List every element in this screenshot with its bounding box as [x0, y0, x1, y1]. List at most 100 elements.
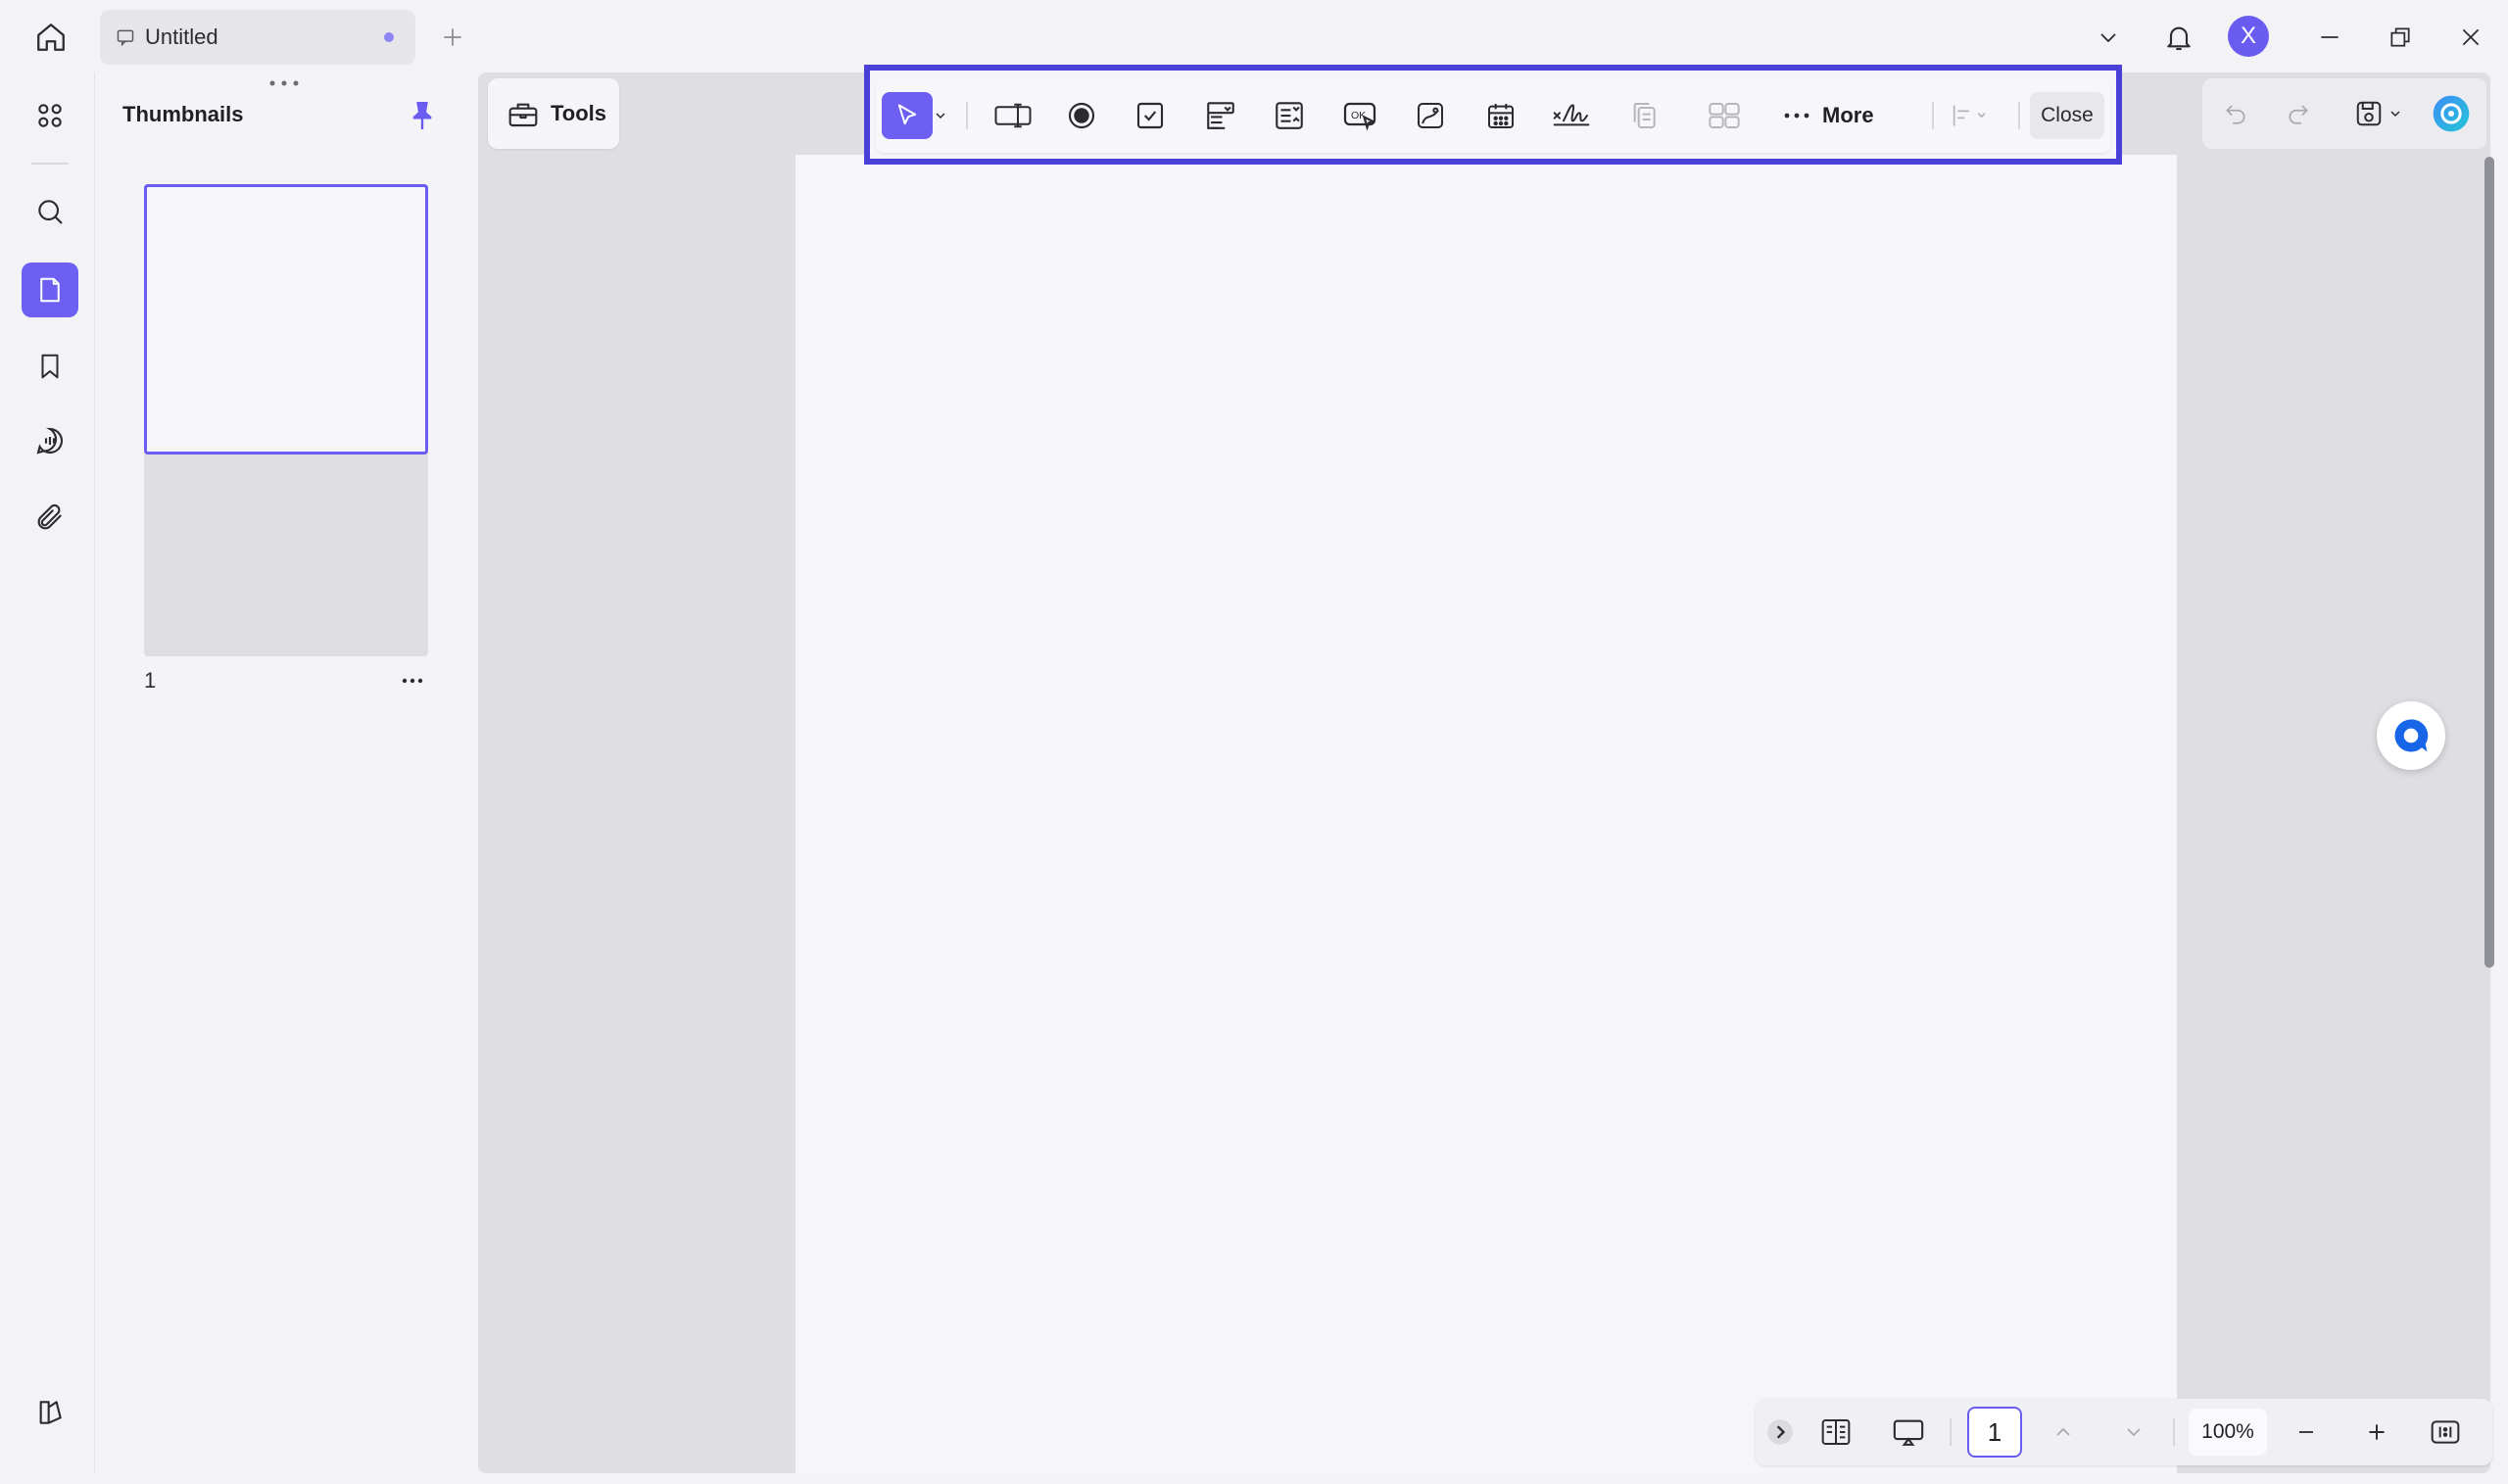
more-tools-button[interactable]: More	[1783, 92, 1874, 139]
tools-button[interactable]: Tools	[488, 78, 619, 149]
arrange-fields-tool-button[interactable]	[1699, 92, 1750, 139]
image-field-tool-button[interactable]	[1405, 92, 1456, 139]
zoom-out-button[interactable]	[2285, 1411, 2328, 1454]
signature-field-tool-button[interactable]	[1546, 92, 1597, 139]
search-icon	[38, 200, 63, 224]
rail-attachments-button[interactable]	[22, 490, 78, 545]
collapse-navbar-button[interactable]	[1765, 1411, 1795, 1454]
page-icon	[40, 277, 60, 303]
combo-box-tool-button[interactable]	[1195, 92, 1246, 139]
duplicate-field-tool-button[interactable]	[1618, 92, 1669, 139]
rail-thumbnails-button[interactable]	[22, 263, 78, 317]
floating-assistant-button[interactable]	[2377, 701, 2445, 770]
new-tab-button[interactable]	[433, 18, 472, 57]
bell-icon	[2167, 26, 2191, 51]
copy-field-icon	[1633, 103, 1656, 128]
page-thumbnail[interactable]	[144, 184, 428, 656]
text-field-tool-button[interactable]	[988, 92, 1038, 139]
close-toolbar-button[interactable]: Close	[2030, 92, 2104, 139]
user-avatar[interactable]: X	[2228, 16, 2269, 57]
undo-icon	[2226, 105, 2245, 124]
presentation-icon	[1893, 1419, 1924, 1446]
page-thumbnail-number: 1	[144, 668, 157, 693]
title-bar: Untitled X	[0, 0, 2508, 72]
ai-assistant-button[interactable]	[2430, 92, 2473, 135]
thumbnails-panel: Thumbnails 1	[94, 72, 474, 1473]
signature-icon	[1553, 104, 1590, 126]
chevron-down-icon	[2390, 111, 2400, 118]
chevron-down-icon	[936, 113, 945, 120]
save-icon	[2356, 101, 2382, 126]
grid-icon	[38, 104, 62, 127]
zoom-in-button[interactable]	[2355, 1411, 2398, 1454]
close-window-button[interactable]	[2449, 16, 2492, 59]
pin-panel-button[interactable]	[405, 96, 440, 135]
notifications-button[interactable]	[2157, 16, 2200, 59]
chevron-down-icon	[2127, 1428, 2141, 1437]
calendar-icon	[1488, 104, 1514, 128]
left-rail	[10, 72, 92, 1473]
ai-assistant-icon	[2433, 95, 2470, 132]
rail-comments-button[interactable]	[22, 413, 78, 468]
current-page-input[interactable]: 1	[1967, 1407, 2022, 1458]
list-box-tool-button[interactable]	[1264, 92, 1315, 139]
rail-divider	[31, 163, 69, 165]
rail-apps-button[interactable]	[22, 88, 78, 143]
more-tools-label: More	[1822, 103, 1874, 127]
date-field-tool-button[interactable]	[1475, 92, 1526, 139]
document-page[interactable]	[796, 155, 2177, 1473]
undo-button[interactable]	[2214, 92, 2257, 135]
zoom-level[interactable]: 100%	[2189, 1409, 2267, 1456]
assistant-bubble-icon	[2394, 719, 2429, 752]
page-navigation-bar: 1 100%	[1756, 1399, 2492, 1465]
tabs-dropdown-button[interactable]	[2087, 16, 2130, 59]
minimize-icon	[2321, 36, 2339, 38]
page-thumbnail-preview	[144, 184, 428, 455]
grid-layout-icon	[1709, 103, 1740, 128]
avatar-letter: X	[2240, 23, 2256, 49]
document-tab[interactable]: Untitled	[100, 10, 415, 65]
minimize-button[interactable]	[2308, 16, 2351, 59]
close-icon	[2462, 28, 2480, 46]
chevron-right-circle-icon	[1767, 1419, 1793, 1445]
radio-button-icon	[1068, 102, 1095, 129]
text-field-icon	[994, 103, 1032, 128]
panel-title: Thumbnails	[122, 102, 244, 126]
rail-search-button[interactable]	[22, 184, 78, 239]
page-layout-button[interactable]	[1814, 1411, 1857, 1454]
unsaved-indicator	[384, 32, 394, 42]
comments-icon	[36, 427, 64, 455]
redo-button[interactable]	[2277, 92, 2320, 135]
select-tool-dropdown[interactable]	[927, 92, 954, 139]
button-ok-icon: OK	[1343, 102, 1376, 131]
document-tab-title: Untitled	[145, 24, 218, 49]
more-horizontal-icon	[1784, 113, 1809, 119]
next-page-button[interactable]	[2112, 1411, 2155, 1454]
form-toolbar: OK More Close	[864, 65, 2122, 165]
page-thumbnail-more-button[interactable]	[395, 666, 430, 695]
toolbar-divider	[2018, 102, 2020, 129]
save-options-dropdown[interactable]	[2383, 92, 2408, 135]
align-fields-button[interactable]	[1940, 92, 2001, 139]
pin-icon	[412, 102, 432, 129]
tools-button-label: Tools	[551, 101, 607, 125]
rail-layers-button[interactable]	[22, 1385, 78, 1440]
actual-size-button[interactable]	[2424, 1411, 2467, 1454]
checkbox-tool-button[interactable]	[1125, 92, 1176, 139]
rail-bookmarks-button[interactable]	[22, 339, 78, 394]
home-button[interactable]	[22, 14, 80, 61]
restore-button[interactable]	[2379, 16, 2422, 59]
navbar-divider	[1950, 1418, 1952, 1446]
push-button-tool-button[interactable]: OK	[1334, 92, 1385, 139]
drag-handle-icon[interactable]	[267, 78, 301, 88]
toolbar-divider	[966, 102, 968, 129]
previous-page-button[interactable]	[2042, 1411, 2085, 1454]
restore-icon	[2390, 27, 2410, 47]
presentation-mode-button[interactable]	[1887, 1411, 1930, 1454]
select-tool-button[interactable]	[882, 92, 933, 139]
layers-icon	[39, 1401, 62, 1424]
vertical-scrollbar[interactable]	[2484, 157, 2494, 968]
more-horizontal-icon	[402, 678, 423, 684]
comment-icon	[117, 29, 134, 47]
radio-button-tool-button[interactable]	[1056, 92, 1107, 139]
